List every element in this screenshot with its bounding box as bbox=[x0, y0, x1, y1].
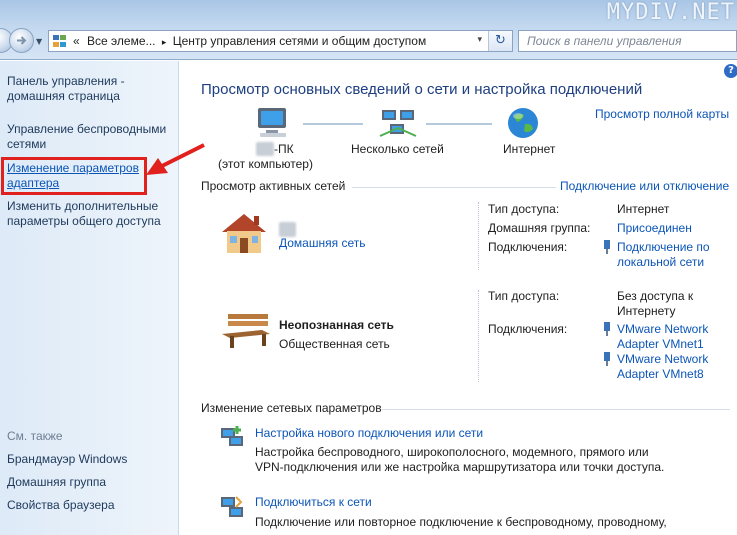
sidebar-item-sharing-settings[interactable]: Изменить дополнительные параметры общего… bbox=[7, 199, 161, 229]
breadcrumb-all-items[interactable]: Все элеме... bbox=[87, 34, 155, 48]
section-divider bbox=[352, 187, 556, 188]
arrow-right-icon bbox=[17, 36, 27, 45]
lan-connection-link[interactable]: Подключение по локальной сети bbox=[617, 240, 710, 270]
computer-icon[interactable] bbox=[254, 106, 294, 140]
sidebar-item-homegroup[interactable]: Домашняя группа bbox=[7, 475, 106, 490]
connections-label: Подключения: bbox=[488, 322, 568, 336]
search-input[interactable]: Поиск в панели управления bbox=[518, 30, 737, 52]
network-1-name: net bbox=[279, 222, 296, 237]
map-connector bbox=[426, 123, 492, 125]
homegroup-label: Домашняя группа: bbox=[488, 221, 591, 235]
red-arrow-annotation bbox=[146, 143, 205, 175]
forward-button[interactable] bbox=[9, 28, 34, 53]
sidebar: Панель управления - домашняя страница Уп… bbox=[0, 61, 179, 535]
value-line: Интернету bbox=[617, 304, 676, 318]
help-icon[interactable]: ? bbox=[724, 64, 737, 78]
link-line: локальной сети bbox=[617, 255, 705, 269]
public-network-bench-icon bbox=[222, 314, 270, 348]
link-line: Adapter VMnet8 bbox=[617, 367, 704, 381]
sidebar-item-home[interactable]: Панель управления - домашняя страница bbox=[7, 74, 125, 104]
network-2-type: Общественная сеть bbox=[279, 337, 390, 351]
sidebar-item-firewall[interactable]: Брандмауэр Windows bbox=[7, 452, 127, 467]
search-placeholder: Поиск в панели управления bbox=[527, 34, 682, 48]
home-network-icon bbox=[222, 214, 266, 253]
access-type-label: Тип доступа: bbox=[488, 202, 560, 216]
address-dropdown-icon[interactable]: ▾ bbox=[477, 35, 482, 45]
pc-name-label: -ПК bbox=[274, 142, 294, 156]
pc-subtitle: (этот компьютер) bbox=[218, 157, 313, 171]
adapter-icon bbox=[604, 322, 610, 336]
breadcrumb-overflow[interactable]: « bbox=[73, 34, 80, 48]
see-also-heading: См. также bbox=[7, 429, 63, 443]
task-description: VPN-подключения или же настройка маршрут… bbox=[255, 460, 665, 474]
link-line: VMware Network bbox=[617, 352, 709, 366]
access-type-value: Интернет bbox=[617, 202, 670, 216]
active-networks-heading: Просмотр активных сетей bbox=[201, 179, 346, 193]
sidebar-item-browser[interactable]: Свойства браузера bbox=[7, 498, 115, 513]
history-dropdown-icon[interactable]: ▼ bbox=[36, 37, 42, 46]
address-bar[interactable]: « Все элеме... ▸ Центр управления сетями… bbox=[48, 30, 513, 52]
connections-label: Подключения: bbox=[488, 240, 568, 254]
breadcrumb-network-center[interactable]: Центр управления сетями и общим доступом bbox=[173, 34, 427, 48]
task-description: Настройка беспроводного, широкополосного… bbox=[255, 445, 649, 459]
networks-label: Несколько сетей bbox=[351, 142, 444, 156]
sidebar-item-label: Управление беспроводными bbox=[7, 122, 167, 136]
vmnet1-link[interactable]: VMware Network Adapter VMnet1 bbox=[617, 322, 708, 352]
access-type-value: Без доступа к Интернету bbox=[617, 289, 693, 319]
full-map-link[interactable]: Просмотр полной карты bbox=[595, 107, 729, 121]
sidebar-item-label: адаптера bbox=[7, 176, 60, 190]
network-1-type-link[interactable]: Домашняя сеть bbox=[279, 236, 365, 251]
breadcrumb: « Все элеме... ▸ Центр управления сетями… bbox=[73, 34, 426, 48]
hidden-network-name: net bbox=[279, 222, 296, 237]
new-connection-icon bbox=[221, 426, 243, 446]
network-divider bbox=[478, 290, 479, 382]
connect-to-network-icon bbox=[221, 496, 243, 517]
network-2-name: Неопознанная сеть bbox=[279, 318, 394, 332]
refresh-button[interactable]: ↻ bbox=[488, 31, 512, 51]
hidden-pc-name: xxx bbox=[256, 142, 274, 156]
value-line: Без доступа к bbox=[617, 289, 694, 303]
sidebar-item-adapter-settings[interactable]: Изменение параметров адаптера bbox=[7, 161, 139, 191]
change-settings-heading: Изменение сетевых параметров bbox=[201, 401, 382, 415]
page-title: Просмотр основных сведений о сети и наст… bbox=[201, 81, 643, 98]
sidebar-item-label: Изменить дополнительные bbox=[7, 199, 159, 213]
watermark: MYDIV.NET bbox=[606, 0, 735, 25]
section-divider bbox=[382, 409, 730, 410]
breadcrumb-separator-icon[interactable]: ▸ bbox=[162, 37, 167, 47]
vmnet8-link[interactable]: VMware Network Adapter VMnet8 bbox=[617, 352, 708, 382]
network-divider bbox=[478, 202, 479, 270]
adapter-icon bbox=[604, 240, 610, 254]
access-type-label: Тип доступа: bbox=[488, 289, 560, 303]
link-line: Подключение по bbox=[617, 240, 710, 254]
link-line: VMware Network bbox=[617, 322, 709, 336]
sidebar-item-label: домашняя страница bbox=[7, 89, 120, 103]
connect-disconnect-link[interactable]: Подключение или отключение bbox=[560, 179, 729, 194]
adapter-icon bbox=[604, 352, 610, 366]
homegroup-joined-link[interactable]: Присоединен bbox=[617, 221, 692, 236]
sidebar-item-label: параметры общего доступа bbox=[7, 214, 161, 228]
multiple-networks-icon[interactable] bbox=[376, 106, 420, 140]
setup-new-connection-link[interactable]: Настройка нового подключения или сети bbox=[255, 426, 483, 441]
control-panel-icon bbox=[53, 35, 67, 48]
pc-name: xxx-ПК bbox=[256, 142, 294, 156]
sidebar-item-label: Изменение параметров bbox=[7, 161, 139, 175]
link-line: Adapter VMnet1 bbox=[617, 337, 704, 351]
sidebar-item-label: Панель управления - bbox=[7, 74, 125, 88]
map-connector bbox=[303, 123, 363, 125]
internet-label: Интернет bbox=[503, 142, 556, 156]
connect-to-network-link[interactable]: Подключиться к сети bbox=[255, 495, 372, 510]
address-toolbar: MYDIV.NET ▼ « Все элеме... ▸ Центр управ… bbox=[0, 0, 737, 60]
internet-globe-icon[interactable] bbox=[506, 106, 540, 140]
task-description: Подключение или повторное подключение к … bbox=[255, 515, 667, 529]
